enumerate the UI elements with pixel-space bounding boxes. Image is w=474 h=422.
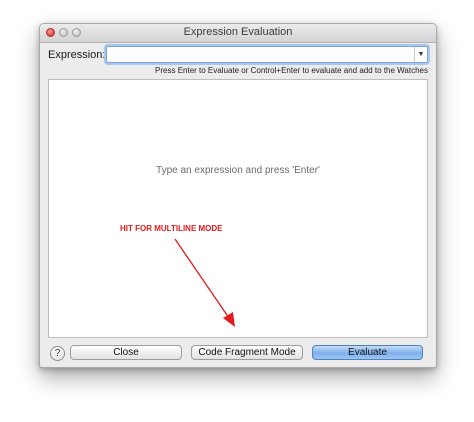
window-title: Expression Evaluation [183, 26, 293, 38]
expression-label: Expression: [48, 49, 106, 61]
annotation-arrow-icon [174, 238, 235, 327]
expression-evaluation-window: Expression Evaluation Expression: ▼ Pres… [39, 23, 437, 368]
result-area[interactable]: Type an expression and press 'Enter' HIT… [48, 79, 428, 338]
title-bar[interactable]: Expression Evaluation [40, 24, 436, 43]
result-placeholder: Type an expression and press 'Enter' [156, 165, 320, 176]
close-button[interactable]: Close [70, 345, 182, 360]
expression-input[interactable] [109, 47, 409, 61]
help-button[interactable]: ? [50, 346, 65, 361]
chevron-down-icon[interactable]: ▼ [414, 47, 427, 62]
expression-combobox[interactable]: ▼ [106, 46, 428, 63]
multiline-mode-annotation: HIT FOR MULTILINE MODE [120, 224, 223, 233]
evaluate-button[interactable]: Evaluate [312, 345, 423, 360]
evaluate-hint: Press Enter to Evaluate or Control+Enter… [155, 66, 428, 75]
code-fragment-mode-button[interactable]: Code Fragment Mode [191, 345, 303, 360]
